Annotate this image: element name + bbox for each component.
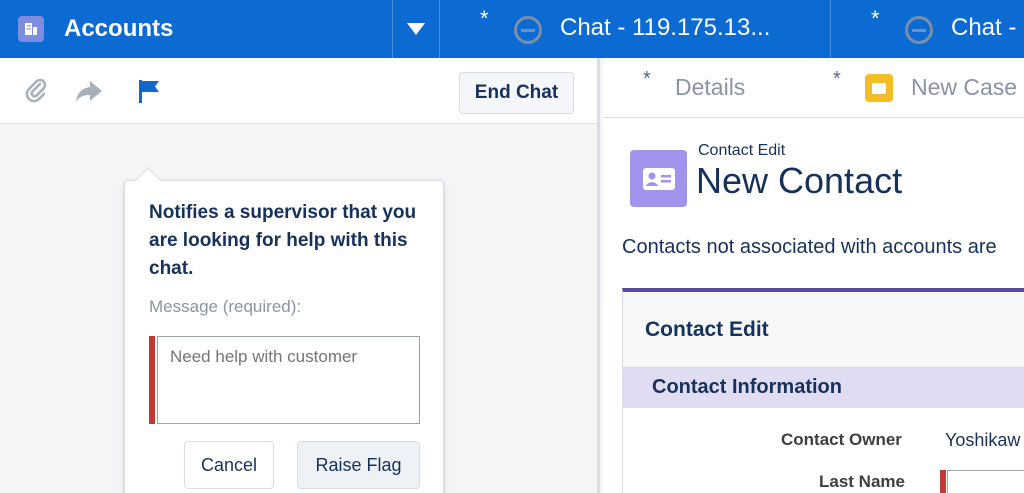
tab-menu-button[interactable] [392, 0, 440, 58]
contact-edit-card: Contact Edit Contact Information Contact… [622, 288, 1024, 493]
cancel-button[interactable]: Cancel [184, 441, 274, 489]
tab-chat-2-label: Chat - [951, 14, 1017, 41]
required-indicator [940, 470, 946, 493]
chat-panel: End Chat Notifies a supervisor that you … [0, 58, 600, 493]
unsaved-asterisk-icon: * [643, 68, 651, 90]
account-icon [18, 16, 44, 42]
message-label: Message (required): [149, 297, 302, 316]
contact-owner-value: Yoshikaw [945, 430, 1021, 450]
info-note: Contacts not associated with accounts ar… [622, 236, 997, 258]
chevron-down-icon [407, 23, 425, 35]
last-name-input[interactable] [947, 470, 1024, 493]
unsaved-asterisk-icon: * [833, 68, 841, 90]
subtab-details[interactable]: Details [675, 74, 745, 101]
required-indicator [149, 336, 155, 424]
chat-status-icon [905, 16, 933, 44]
workspace-tab-bar: Accounts * Chat - 119.175.13... * Chat - [0, 0, 1024, 58]
flag-icon[interactable] [134, 76, 164, 106]
popover-title: Notifies a supervisor that you are looki… [149, 202, 417, 279]
end-chat-button[interactable]: End Chat [459, 72, 574, 114]
unsaved-asterisk-icon: * [871, 6, 880, 31]
unsaved-asterisk-icon: * [480, 6, 489, 31]
chat-toolbar: End Chat [0, 58, 597, 124]
subtab-new-case[interactable]: New Case [911, 74, 1017, 101]
transfer-arrow-icon[interactable] [74, 76, 104, 106]
record-panel: * Details * New Case Contact Edit New Co… [603, 58, 1024, 493]
page-title: New Contact [696, 160, 903, 201]
popover-arrow [135, 167, 161, 193]
section-header: Contact Information [623, 368, 1024, 408]
attachment-icon[interactable] [22, 76, 52, 106]
section-title: Contact Information [652, 376, 842, 398]
last-name-label: Last Name [819, 472, 905, 491]
tab-accounts[interactable]: Accounts [0, 0, 392, 58]
tab-chat-2[interactable]: * Chat - [830, 0, 1024, 58]
flag-message-input[interactable] [157, 336, 420, 424]
tab-accounts-label: Accounts [64, 15, 174, 42]
case-icon [865, 74, 893, 102]
contact-owner-label: Contact Owner [781, 430, 902, 449]
raise-flag-popover: Notifies a supervisor that you are looki… [124, 167, 444, 493]
tab-chat-1-label: Chat - 119.175.13... [560, 14, 771, 41]
record-type-label: Contact Edit [698, 142, 786, 159]
card-header: Contact Edit [623, 292, 1024, 368]
tab-chat-1[interactable]: * Chat - 119.175.13... [440, 0, 830, 58]
contact-card-icon [630, 150, 687, 207]
chat-status-icon [514, 16, 542, 44]
card-title: Contact Edit [645, 318, 769, 341]
subtab-bar: * Details * New Case [603, 58, 1024, 118]
raise-flag-button[interactable]: Raise Flag [297, 441, 420, 489]
